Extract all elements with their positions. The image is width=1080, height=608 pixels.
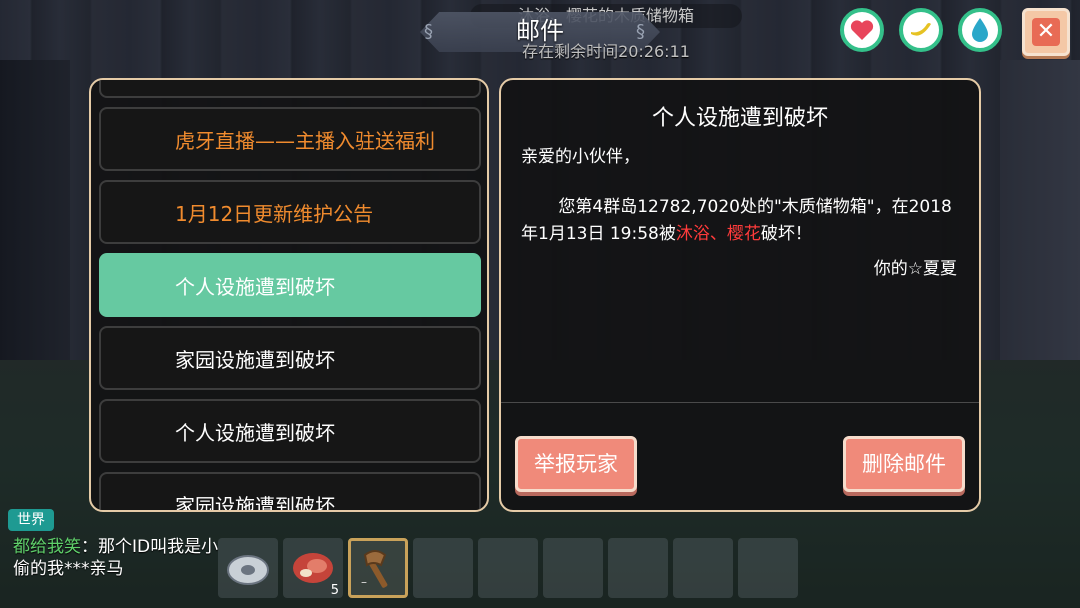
mail-body-text-end: 破坏！	[760, 224, 812, 244]
water-stat[interactable]	[958, 8, 1002, 52]
attacker-name: 沐浴、樱花	[675, 224, 761, 244]
mail-list-item[interactable]	[99, 80, 481, 98]
chat-sender[interactable]: 都给我笑	[13, 537, 81, 557]
hotbar-slot[interactable]: 5	[283, 538, 343, 598]
banana-icon	[907, 16, 935, 44]
heart-icon	[848, 16, 876, 44]
hotbar-slot-empty[interactable]	[738, 538, 798, 598]
mail-list-item[interactable]: 家园设施遭到破坏	[99, 472, 481, 510]
selected-marker: –	[361, 575, 367, 589]
mail-body: 亲爱的小伙伴， 您第4群岛12782,7020处的"木质储物箱"，在2018年1…	[521, 144, 961, 248]
mail-greeting: 亲爱的小伙伴，	[521, 147, 640, 167]
mail-list[interactable]: 虎牙直播——主播入驻送福利 1月12日更新维护公告 个人设施遭到破坏 家园设施遭…	[99, 80, 481, 510]
mail-detail-panel: 个人设施遭到破坏 亲爱的小伙伴， 您第4群岛12782,7020处的"木质储物箱…	[499, 78, 981, 512]
hotbar-slot[interactable]	[218, 538, 278, 598]
ribbon-swirl-right-icon: §	[636, 21, 645, 42]
mail-list-item[interactable]: 虎牙直播——主播入驻送福利	[99, 107, 481, 171]
hunger-stat[interactable]	[899, 8, 943, 52]
divider	[501, 402, 979, 403]
time-remaining: 存在剩余时间20:26:11	[522, 42, 690, 61]
hotbar-slot-empty[interactable]	[673, 538, 733, 598]
delete-mail-button[interactable]: 删除邮件	[843, 436, 965, 492]
mail-list-panel: 虎牙直播——主播入驻送福利 1月12日更新维护公告 个人设施遭到破坏 家园设施遭…	[89, 78, 489, 512]
mail-signature: 你的☆夏夏	[873, 259, 957, 279]
mail-subject: 个人设施遭到破坏	[651, 106, 828, 131]
hotbar-slot-empty[interactable]	[413, 538, 473, 598]
hotbar-slot-empty[interactable]	[608, 538, 668, 598]
chat-message: 都给我笑：那个ID叫我是小偷的我***亲马	[13, 536, 223, 580]
hotbar-slot-selected[interactable]: –	[348, 538, 408, 598]
mail-list-item[interactable]: 1月12日更新维护公告	[99, 180, 481, 244]
close-icon: ✕	[1032, 18, 1060, 46]
item-count: 5	[330, 583, 339, 598]
ribbon-swirl-left-icon: §	[424, 21, 433, 42]
chat-channel-tag[interactable]: 世界	[8, 509, 54, 531]
mail-list-item-selected[interactable]: 个人设施遭到破坏	[99, 253, 481, 317]
water-drop-icon	[966, 16, 994, 44]
stone-axe-icon	[363, 550, 388, 588]
chat-separator: ：	[81, 537, 98, 557]
disc-icon	[227, 555, 269, 585]
health-stat[interactable]	[840, 8, 884, 52]
mail-list-item[interactable]: 家园设施遭到破坏	[99, 326, 481, 390]
mail-list-item[interactable]: 个人设施遭到破坏	[99, 399, 481, 463]
mail-paragraph: 您第4群岛12782,7020处的"木质储物箱"，在2018年1月13日 19:…	[521, 194, 961, 248]
hotbar: 5 –	[218, 538, 798, 600]
close-button[interactable]: ✕	[1022, 8, 1070, 56]
hotbar-slot-empty[interactable]	[543, 538, 603, 598]
hotbar-slot-empty[interactable]	[478, 538, 538, 598]
report-player-button[interactable]: 举报玩家	[515, 436, 637, 492]
